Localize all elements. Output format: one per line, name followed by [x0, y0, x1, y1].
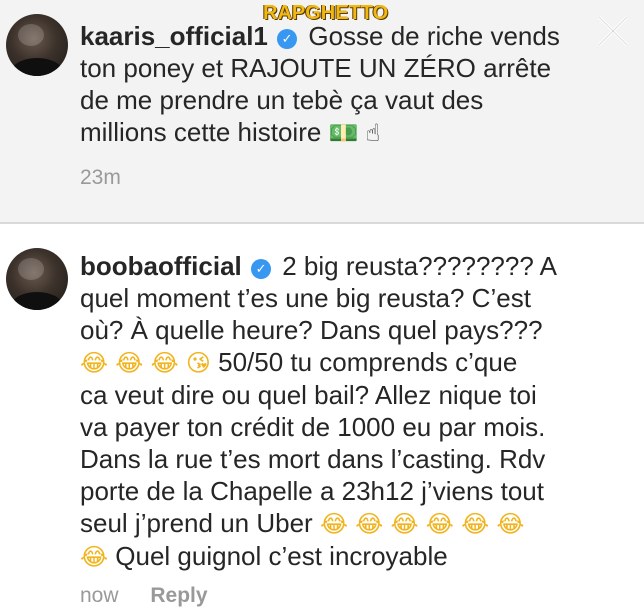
comment-text: kaaris_official1 ✓ Gosse de riche vends …: [80, 20, 560, 149]
laughing-emoji-icon: 😂: [319, 510, 348, 538]
laughing-emoji-icon: 😂: [80, 543, 109, 571]
laughing-emoji-icon: 😂: [461, 510, 490, 538]
comment-meta: now Reply: [80, 584, 208, 608]
comment-line: de me prendre un tebè ça vaut des: [80, 85, 484, 115]
comment-line: millions cette histoire: [80, 117, 322, 147]
close-icon[interactable]: [596, 14, 630, 48]
comment-timestamp: 23m: [80, 166, 121, 189]
comment-line: porte de la Chapelle a 23h12 j’viens tou…: [80, 476, 544, 506]
comment-timestamp: now: [80, 584, 119, 607]
comment-line: quel moment t’es une big reusta? C’est: [80, 283, 531, 313]
comment-line: ca veut dire ou quel bail? Allez nique t…: [80, 380, 537, 410]
divider: [0, 222, 644, 224]
comment-line: Gosse de riche vends: [308, 21, 560, 51]
comment-line: seul j’prend un Uber: [80, 508, 313, 538]
reply-button[interactable]: Reply: [150, 584, 207, 607]
comment-line: ton poney et RAJOUTE UN ZÉRO arrête: [80, 53, 552, 83]
avatar[interactable]: [6, 14, 68, 76]
comment-line: où? À quelle heure? Dans quel pays???: [80, 315, 543, 345]
laughing-emoji-icon: 😂: [150, 349, 179, 377]
verified-badge-icon: ✓: [277, 29, 298, 49]
kissing-emoji-icon: 😘: [185, 349, 211, 377]
money-bag-icon: 💵: [328, 119, 359, 147]
laughing-emoji-icon: 😂: [425, 510, 454, 538]
verified-badge-icon: ✓: [251, 259, 272, 279]
laughing-emoji-icon: 😂: [80, 349, 109, 377]
comment-line: va payer ton crédit de 1000 eu par mois.: [80, 412, 546, 442]
avatar[interactable]: [6, 248, 68, 310]
laughing-emoji-icon: 😂: [355, 510, 384, 538]
comment-line: 50/50 tu comprends c’que: [218, 347, 518, 377]
comment-line: 2 big reusta???????? A: [282, 251, 557, 281]
username[interactable]: boobaofficial: [80, 251, 242, 281]
laughing-emoji-icon: 😂: [496, 510, 525, 538]
comment-text: boobaofficial ✓ 2 big reusta???????? A q…: [80, 250, 557, 573]
comment-line: Dans la rue t’es mort dans l’casting. Rd…: [80, 444, 546, 474]
username[interactable]: kaaris_official1: [80, 21, 268, 51]
pointing-finger-icon: ☝: [365, 119, 381, 147]
laughing-emoji-icon: 😂: [390, 510, 419, 538]
laughing-emoji-icon: 😂: [115, 349, 144, 377]
comment-line: Quel guignol c’est incroyable: [115, 541, 448, 571]
